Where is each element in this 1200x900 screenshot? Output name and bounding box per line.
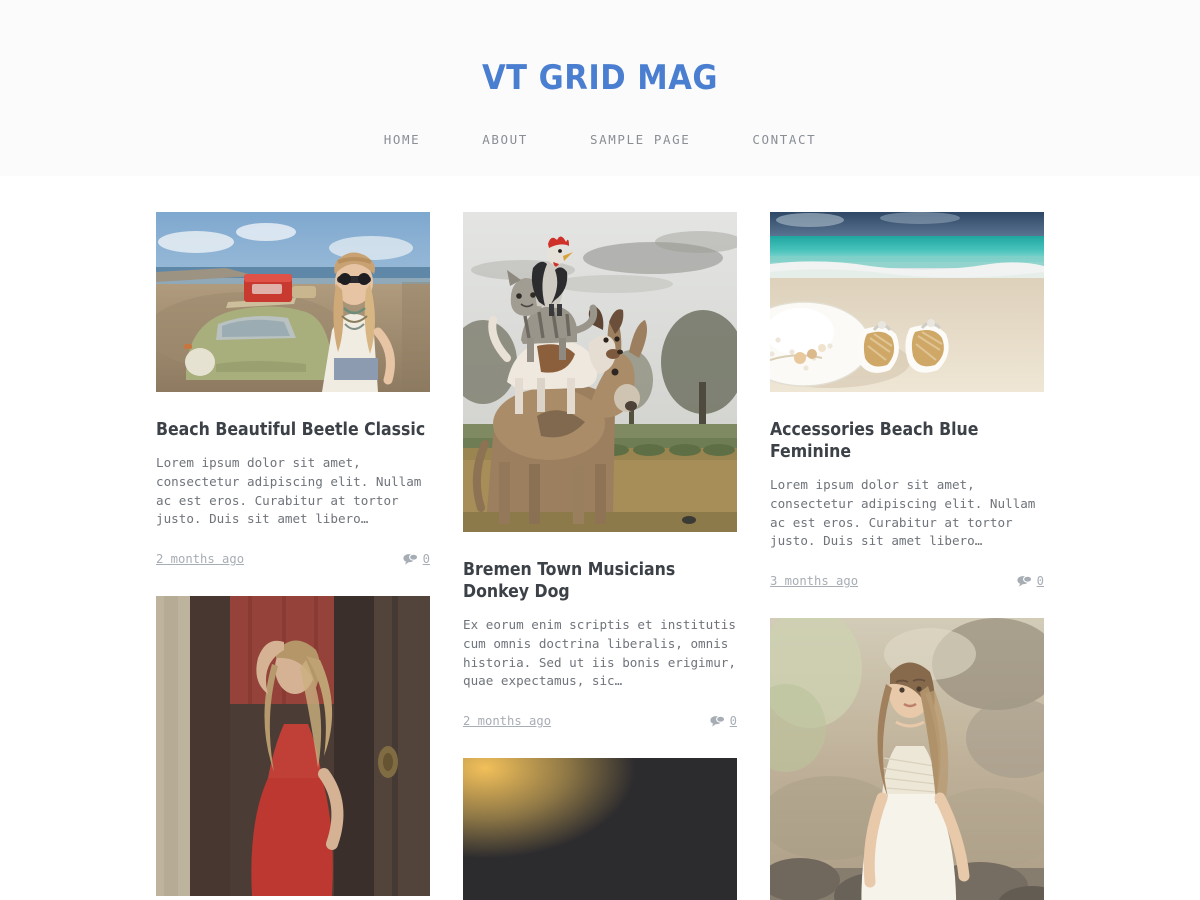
post-thumbnail-accessories[interactable]	[770, 212, 1044, 392]
woman-white-dress-image	[770, 618, 1044, 900]
beach-accessories-image	[770, 212, 1044, 392]
beach-beetle-image	[156, 212, 430, 392]
post-date[interactable]: 3 months ago	[770, 574, 858, 588]
bremen-town-musicians-image	[463, 212, 737, 532]
post-meta: 3 months ago 0	[770, 574, 1044, 588]
children-bridge-image	[463, 758, 737, 900]
comments-icon	[1017, 575, 1032, 587]
post-thumbnail-bremen[interactable]	[463, 212, 737, 532]
post-excerpt: Lorem ipsum dolor sit amet, consectetur …	[156, 455, 422, 527]
post-excerpt: Ex eorum enim scriptis et institutis cum…	[463, 617, 736, 689]
post-title[interactable]: Accessories Beach Blue Feminine	[770, 419, 1044, 463]
post-card: Accessories Beach Blue Feminine Lorem ip…	[770, 212, 1044, 589]
post-title[interactable]: Beach Beautiful Beetle Classic	[156, 419, 430, 441]
post-title[interactable]: Bremen Town Musicians Donkey Dog	[463, 559, 737, 603]
post-comments-link[interactable]: 0	[710, 714, 737, 728]
grid-column-1: Beach Beautiful Beetle Classic Lorem ips…	[156, 212, 430, 897]
post-date[interactable]: 2 months ago	[463, 714, 551, 728]
post-card	[156, 596, 430, 897]
post-card	[463, 758, 737, 900]
nav-item-contact[interactable]: CONTACT	[721, 126, 847, 153]
comment-count: 0	[1036, 574, 1044, 589]
post-meta: 2 months ago 0	[463, 714, 737, 728]
site-header: VT GRID MAG HOME ABOUT SAMPLE PAGE CONTA…	[0, 0, 1200, 176]
site-title[interactable]: VT GRID MAG	[0, 58, 1200, 98]
woman-red-dress-image	[156, 596, 430, 897]
post-comments-link[interactable]: 0	[403, 552, 430, 566]
comments-icon	[403, 553, 418, 565]
grid-column-3: Accessories Beach Blue Feminine Lorem ip…	[770, 212, 1044, 900]
post-excerpt: Lorem ipsum dolor sit amet, consectetur …	[770, 477, 1036, 549]
post-card: Beach Beautiful Beetle Classic Lorem ips…	[156, 212, 430, 567]
nav-item-about[interactable]: ABOUT	[451, 126, 559, 153]
main-navigation: HOME ABOUT SAMPLE PAGE CONTACT	[0, 126, 1200, 153]
post-thumbnail-children[interactable]	[463, 758, 737, 900]
post-thumbnail-beetle[interactable]	[156, 212, 430, 392]
post-thumbnail-red-dress[interactable]	[156, 596, 430, 897]
grid-column-2: Bremen Town Musicians Donkey Dog Ex eoru…	[463, 212, 737, 900]
nav-item-home[interactable]: HOME	[353, 126, 452, 153]
post-grid: Beach Beautiful Beetle Classic Lorem ips…	[0, 176, 1200, 900]
comment-count: 0	[422, 552, 430, 567]
nav-item-sample-page[interactable]: SAMPLE PAGE	[559, 126, 721, 153]
comments-icon	[710, 715, 725, 727]
post-date[interactable]: 2 months ago	[156, 552, 244, 566]
post-card: Bremen Town Musicians Donkey Dog Ex eoru…	[463, 212, 737, 729]
post-comments-link[interactable]: 0	[1017, 574, 1044, 588]
post-thumbnail-white-dress[interactable]	[770, 618, 1044, 900]
post-meta: 2 months ago 0	[156, 552, 430, 566]
post-card	[770, 618, 1044, 900]
comment-count: 0	[729, 714, 737, 729]
